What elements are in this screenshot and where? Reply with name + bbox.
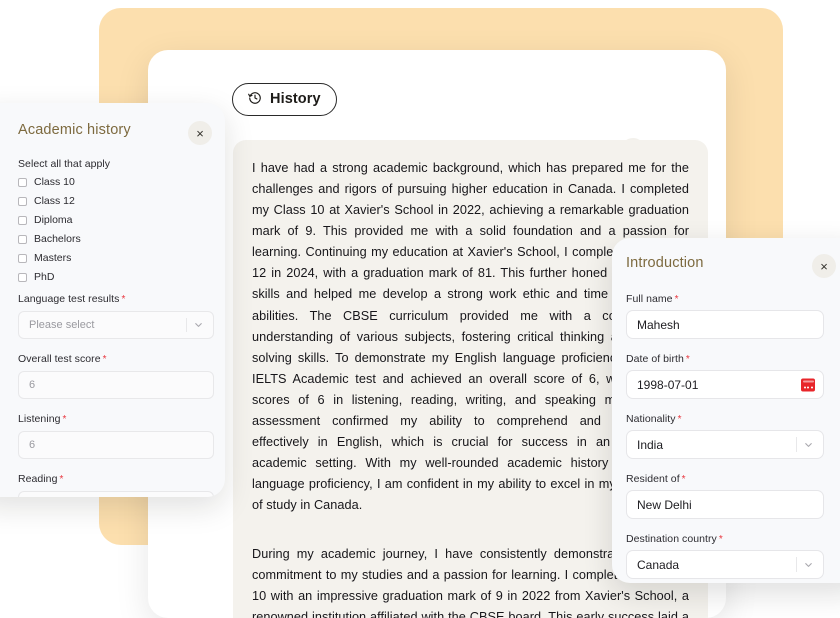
required-marker: * — [681, 474, 686, 485]
date-of-birth-label: Date of birth * — [626, 353, 690, 365]
checkbox-bachelors[interactable] — [18, 234, 27, 244]
checkbox-label: Diploma — [34, 214, 73, 226]
introduction-form: Full name * Mahesh Date of birth * 1998-07… — [626, 293, 824, 579]
overall-test-score-value: 6 — [29, 379, 36, 391]
language-test-results-select[interactable]: Please select — [18, 311, 214, 339]
required-marker: * — [677, 414, 682, 425]
close-icon: × — [820, 258, 828, 274]
introduction-panel: Introduction × Full name * Mahesh Date of… — [612, 238, 840, 583]
screenshot-stage: History × I have had a strong academic b… — [0, 0, 840, 618]
listening-label: Listening * — [18, 413, 67, 425]
close-academic-history-button[interactable]: × — [188, 121, 212, 145]
reading-input[interactable]: 6 — [18, 491, 214, 497]
academic-history-form: Select all that apply Class 10 Class 12 … — [18, 158, 214, 497]
checkbox-label: PhD — [34, 271, 55, 283]
checkbox-row-masters[interactable]: Masters — [18, 252, 214, 264]
required-marker: * — [674, 294, 679, 305]
checkbox-row-diploma[interactable]: Diploma — [18, 214, 214, 226]
required-marker: * — [718, 534, 723, 545]
academic-history-title: Academic history — [18, 122, 131, 138]
chevron-down-icon — [193, 320, 204, 331]
nationality-value: India — [637, 437, 664, 452]
checkbox-class-12[interactable] — [18, 196, 27, 206]
full-name-label: Full name * — [626, 293, 679, 305]
date-of-birth-value: 1998-07-01 — [637, 377, 699, 392]
checkbox-phd[interactable] — [18, 272, 27, 282]
checkbox-row-phd[interactable]: PhD — [18, 271, 214, 283]
language-test-results-value: Please select — [29, 319, 95, 331]
full-name-value: Mahesh — [637, 317, 680, 332]
overall-test-score-input[interactable]: 6 — [18, 371, 214, 399]
required-marker: * — [62, 414, 67, 425]
history-button[interactable]: History — [232, 83, 337, 116]
history-button-label: History — [270, 91, 321, 108]
full-name-input[interactable]: Mahesh — [626, 310, 824, 339]
reading-label: Reading * — [18, 473, 64, 485]
history-panel-header: History × — [148, 50, 726, 162]
date-of-birth-input[interactable]: 1998-07-01 — [626, 370, 824, 399]
introduction-title: Introduction — [626, 255, 704, 271]
history-clock-icon — [248, 91, 262, 109]
destination-country-select[interactable]: Canada — [626, 550, 824, 579]
chevron-down-icon — [803, 439, 814, 450]
destination-country-value: Canada — [637, 557, 680, 572]
calendar-icon[interactable] — [801, 378, 815, 391]
checkbox-row-class-12[interactable]: Class 12 — [18, 195, 214, 207]
checkbox-row-bachelors[interactable]: Bachelors — [18, 233, 214, 245]
required-marker: * — [685, 354, 690, 365]
academic-history-panel: Academic history × Select all that apply… — [0, 103, 225, 497]
required-marker: * — [59, 474, 64, 485]
overall-test-score-label: Overall test score * — [18, 353, 107, 365]
close-introduction-button[interactable]: × — [812, 254, 836, 278]
checkbox-label: Class 10 — [34, 176, 75, 188]
language-test-results-label: Language test results * — [18, 293, 126, 305]
nationality-select[interactable]: India — [626, 430, 824, 459]
listening-value: 6 — [29, 439, 36, 451]
checkbox-row-class-10[interactable]: Class 10 — [18, 176, 214, 188]
select-divider — [796, 437, 797, 452]
checkbox-masters[interactable] — [18, 253, 27, 263]
select-divider — [796, 557, 797, 572]
checkbox-diploma[interactable] — [18, 215, 27, 225]
checkbox-label: Class 12 — [34, 195, 75, 207]
resident-of-label: Resident of * — [626, 473, 686, 485]
select-divider — [186, 318, 187, 332]
chevron-down-icon — [803, 559, 814, 570]
checkbox-label: Bachelors — [34, 233, 81, 245]
resident-of-value: New Delhi — [637, 497, 692, 512]
required-marker: * — [121, 294, 126, 305]
select-all-that-apply-label: Select all that apply — [18, 158, 111, 170]
destination-country-label: Destination country * — [626, 533, 723, 545]
checkbox-class-10[interactable] — [18, 177, 27, 187]
required-marker: * — [102, 354, 107, 365]
nationality-label: Nationality * — [626, 413, 682, 425]
resident-of-input[interactable]: New Delhi — [626, 490, 824, 519]
listening-input[interactable]: 6 — [18, 431, 214, 459]
close-icon: × — [196, 125, 204, 141]
checkbox-label: Masters — [34, 252, 72, 264]
